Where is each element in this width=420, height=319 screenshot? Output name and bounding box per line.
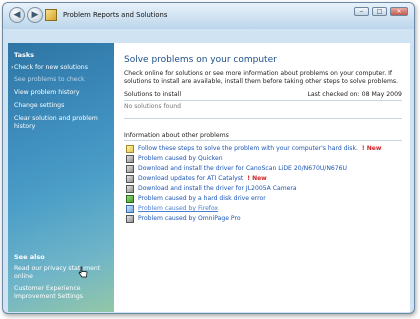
problem-link[interactable]: Follow these steps to solve the problem … (138, 145, 358, 152)
solutions-header: Solutions to install Last checked on: 08… (124, 90, 402, 101)
problem-reports-window: ◀ ▶ Problem Reports and Solutions ‒ □ ✕ … (2, 2, 415, 314)
folder-icon (126, 144, 134, 153)
download-icon (126, 164, 134, 173)
sidebar-item-label: Clear solution and problem history (14, 115, 98, 130)
see-also-title: See also (14, 253, 45, 261)
problem-link[interactable]: Download updates for ATI Catalyst (138, 175, 243, 182)
problem-row[interactable]: Problem caused by Quicken (126, 154, 223, 163)
app-icon (126, 154, 134, 163)
maximize-button[interactable]: □ (372, 7, 387, 16)
sidebar-item-label: Check for new solutions (14, 64, 88, 71)
info-divider (124, 140, 402, 141)
problem-link[interactable]: Download and install the driver for JL20… (138, 185, 297, 192)
sidebar-item-view-problem-history[interactable]: View problem history (14, 89, 110, 97)
sidebar-item-see-problems-to-check: See problems to check (14, 76, 110, 84)
window-controls: ‒ □ ✕ (354, 7, 408, 16)
new-badge: ! New (247, 175, 267, 182)
close-button[interactable]: ✕ (390, 7, 408, 16)
hand-cursor-icon (78, 266, 88, 278)
disk-icon (126, 194, 134, 203)
no-solutions-text: No solutions found (124, 103, 181, 110)
problem-row[interactable]: Follow these steps to solve the problem … (126, 144, 381, 153)
main-content: Solve problems on your computer Check on… (114, 43, 410, 312)
problem-row[interactable]: Problem caused by Firefox (126, 204, 218, 213)
solutions-divider (124, 118, 402, 119)
problem-row[interactable]: Download and install the driver for JL20… (126, 184, 297, 193)
download-icon (126, 184, 134, 193)
tasks-title: Tasks (14, 51, 35, 59)
problem-row[interactable]: Download updates for ATI Catalyst ! New (126, 174, 267, 183)
sidebar-item-label: Customer Experience Improvement Settings (14, 285, 83, 300)
sidebar: Tasks › Check for new solutions See prob… (8, 43, 114, 312)
sidebar-item-clear-history[interactable]: Clear solution and problem history (14, 115, 110, 131)
new-badge: ! New (361, 145, 382, 152)
problem-link[interactable]: Problem caused by a hard disk drive erro… (138, 195, 266, 202)
problem-row[interactable]: Problem caused by a hard disk drive erro… (126, 194, 266, 203)
minimize-button[interactable]: ‒ (354, 7, 369, 16)
forward-button[interactable]: ▶ (27, 7, 43, 23)
info-title: Information about other problems (124, 132, 229, 139)
problem-link[interactable]: Problem caused by Quicken (138, 155, 223, 162)
app-icon (126, 214, 134, 223)
problem-link[interactable]: Problem caused by OmniPage Pro (138, 215, 241, 222)
sidebar-item-change-settings[interactable]: Change settings (14, 102, 110, 110)
app-icon (126, 204, 134, 213)
sidebar-link-ceip-settings[interactable]: Customer Experience Improvement Settings (14, 285, 110, 301)
problem-reports-app-icon (45, 9, 57, 21)
arrow-right-icon: › (11, 64, 14, 71)
sidebar-item-label: Change settings (14, 102, 65, 109)
sidebar-link-privacy-statement[interactable]: Read our privacy statement online (14, 265, 110, 281)
problem-link[interactable]: Download and install the driver for Cano… (138, 165, 347, 172)
download-icon (126, 174, 134, 183)
intro-text: Check online for solutions or see more i… (124, 70, 398, 85)
problem-row[interactable]: Problem caused by OmniPage Pro (126, 214, 241, 223)
page-title: Solve problems on your computer (124, 55, 277, 65)
last-checked-text: Last checked on: 08 May 2009 (307, 91, 402, 98)
window-title: Problem Reports and Solutions (63, 11, 168, 19)
solutions-label: Solutions to install (124, 91, 182, 98)
problem-row[interactable]: Download and install the driver for Cano… (126, 164, 347, 173)
sidebar-item-label: View problem history (14, 89, 80, 96)
sidebar-item-label: See problems to check (14, 76, 85, 83)
sidebar-item-check-for-new-solutions[interactable]: › Check for new solutions (11, 64, 110, 72)
back-button[interactable]: ◀ (9, 7, 25, 23)
title-bar: ◀ ▶ Problem Reports and Solutions ‒ □ ✕ (3, 3, 414, 29)
problem-link[interactable]: Problem caused by Firefox (138, 205, 218, 212)
